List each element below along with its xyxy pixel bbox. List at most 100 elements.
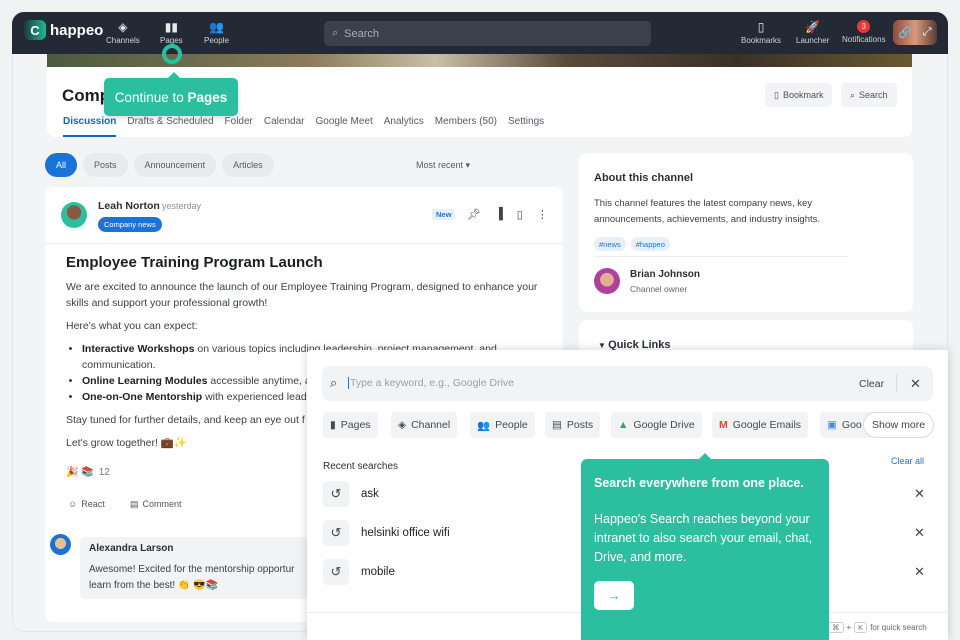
layers-icon: ◈: [398, 419, 407, 431]
tab-folder[interactable]: Folder: [225, 116, 253, 137]
filter-label: Pages: [340, 419, 371, 431]
analytics-icon[interactable]: ▐: [495, 208, 503, 221]
filter-channel[interactable]: ◈ Channel: [391, 412, 458, 438]
comment-button[interactable]: ▤ Comment: [130, 499, 182, 510]
logo-text: happeo: [50, 21, 104, 39]
show-more-button[interactable]: Show more: [863, 412, 935, 438]
nav-channels[interactable]: ◈ Channels: [106, 20, 140, 45]
chip-all[interactable]: All: [45, 153, 78, 177]
search-input[interactable]: Type a keyword, e.g., Google Drive: [348, 377, 514, 389]
recent-item[interactable]: ↺ mobile: [323, 559, 395, 585]
owner-name[interactable]: Brian Johnson: [630, 269, 700, 280]
commenter-avatar: [50, 534, 71, 555]
recent-item[interactable]: ↺ helsinki office wifi: [323, 520, 450, 546]
history-icon: ↺: [323, 559, 349, 585]
book-icon: ▮: [330, 419, 336, 431]
recent-label: helsinki office wifi: [361, 527, 450, 539]
reaction-count: 12: [98, 467, 110, 478]
search-placeholder: Search: [344, 27, 380, 40]
divider: [45, 243, 563, 244]
nav-notifications[interactable]: 3 Notifications: [842, 20, 886, 44]
reaction-emojis: 🎉 📚: [66, 467, 94, 478]
tab-calendar[interactable]: Calendar: [264, 116, 305, 137]
tag-happeo[interactable]: #happeo: [630, 237, 670, 251]
rocket-icon: 🚀: [805, 20, 821, 34]
filter-chips: All Posts Announcement Articles: [45, 153, 274, 177]
button-label: Search: [859, 90, 888, 100]
tab-members[interactable]: Members (50): [435, 116, 497, 137]
about-desc: This channel features the latest company…: [594, 198, 821, 225]
post-closing: Let's grow together! 💼✨: [66, 437, 187, 449]
nav-label: Channels: [106, 36, 140, 45]
nav-label: People: [204, 36, 229, 45]
post-author[interactable]: Leah Norton: [98, 200, 160, 212]
caret-down-icon: ▾: [465, 160, 471, 170]
search-icon: ⌕: [330, 375, 338, 390]
pin-icon[interactable]: 📌︎: [467, 208, 481, 221]
nav-people[interactable]: 👥 People: [204, 20, 229, 45]
tooltip-title: Search everywhere from one place.: [594, 476, 804, 490]
happeo-logo[interactable]: Chappeo: [24, 20, 103, 40]
owner-avatar: [594, 268, 620, 294]
author-avatar: [61, 202, 87, 228]
tab-analytics[interactable]: Analytics: [384, 116, 424, 137]
google-drive-icon: ▲: [618, 419, 629, 431]
owner-role: Channel owner: [630, 284, 688, 294]
bookmark-icon: ▯: [774, 89, 779, 100]
filter-posts[interactable]: ▤ Posts: [545, 412, 601, 438]
sort-dropdown[interactable]: Most recent ▾: [416, 160, 470, 171]
nav-bookmarks[interactable]: ▯ Bookmarks: [741, 20, 781, 45]
remove-recent-icon[interactable]: ✕: [914, 486, 925, 502]
recent-item[interactable]: ↺ ask: [323, 481, 379, 507]
filter-google-emails[interactable]: M Google Emails: [712, 412, 809, 438]
recent-label: mobile: [361, 566, 395, 578]
filter-people[interactable]: 👥 People: [470, 412, 535, 438]
bookmark-button[interactable]: ▯ Bookmark: [765, 83, 833, 107]
google-calendar-icon: ▣: [827, 419, 837, 431]
about-title: About this channel: [594, 172, 693, 184]
channel-badge[interactable]: Company news: [98, 217, 162, 232]
tooltip-bold: Pages: [187, 89, 228, 105]
react-button[interactable]: ☺ React: [68, 499, 105, 509]
chip-posts[interactable]: Posts: [83, 153, 128, 177]
remove-recent-icon[interactable]: ✕: [914, 564, 925, 580]
comment-author[interactable]: Alexandra Larson: [89, 543, 173, 554]
tooltip-next-button[interactable]: →: [594, 581, 634, 610]
tag-news[interactable]: #news: [594, 237, 626, 251]
button-label: Bookmark: [782, 90, 824, 100]
tooltip-text: Continue to: [114, 89, 184, 105]
filter-label: Channel: [411, 419, 451, 431]
tab-settings[interactable]: Settings: [508, 116, 544, 137]
highlight-ring: [162, 44, 182, 64]
channel-search-button[interactable]: ⌕ Search: [841, 83, 897, 107]
chip-articles[interactable]: Articles: [222, 153, 274, 177]
clear-button[interactable]: Clear: [859, 378, 884, 390]
sort-label: Most recent: [416, 160, 464, 170]
user-avatar[interactable]: 🔗 ⤢: [893, 20, 937, 45]
reactions[interactable]: 🎉 📚 12: [66, 467, 110, 478]
bookmark-icon[interactable]: ▯: [517, 208, 523, 221]
tab-discussion[interactable]: Discussion: [63, 116, 117, 137]
link-icon: 🔗: [898, 27, 913, 39]
close-icon[interactable]: ✕: [910, 376, 921, 392]
remove-recent-icon[interactable]: ✕: [914, 525, 925, 541]
tab-drafts[interactable]: Drafts & Scheduled: [127, 116, 213, 137]
divider: [594, 256, 848, 257]
more-icon[interactable]: ⋮: [537, 208, 548, 221]
layers-icon: ◈: [118, 20, 128, 34]
document-icon: ▤: [552, 419, 562, 431]
history-icon: ↺: [323, 520, 349, 546]
filter-pages[interactable]: ▮ Pages: [323, 412, 378, 438]
nav-pages[interactable]: ▮▮ Pages: [160, 20, 183, 45]
clear-all-link[interactable]: Clear all: [891, 456, 924, 466]
nav-launcher[interactable]: 🚀 Launcher: [796, 20, 829, 45]
filter-google-drive[interactable]: ▲ Google Drive: [611, 412, 702, 438]
pages-onboarding-tooltip[interactable]: Continue to Pages: [104, 72, 238, 116]
chip-announcement[interactable]: Announcement: [133, 153, 217, 177]
post-title: Employee Training Program Launch: [66, 254, 323, 271]
smiley-icon: ☺: [68, 499, 78, 509]
post-intro: We are excited to announce the launch of…: [66, 281, 538, 309]
tab-google-meet[interactable]: Google Meet: [315, 116, 372, 137]
global-search[interactable]: ⌕ Search: [324, 21, 651, 46]
people-icon: 👥: [208, 20, 224, 34]
